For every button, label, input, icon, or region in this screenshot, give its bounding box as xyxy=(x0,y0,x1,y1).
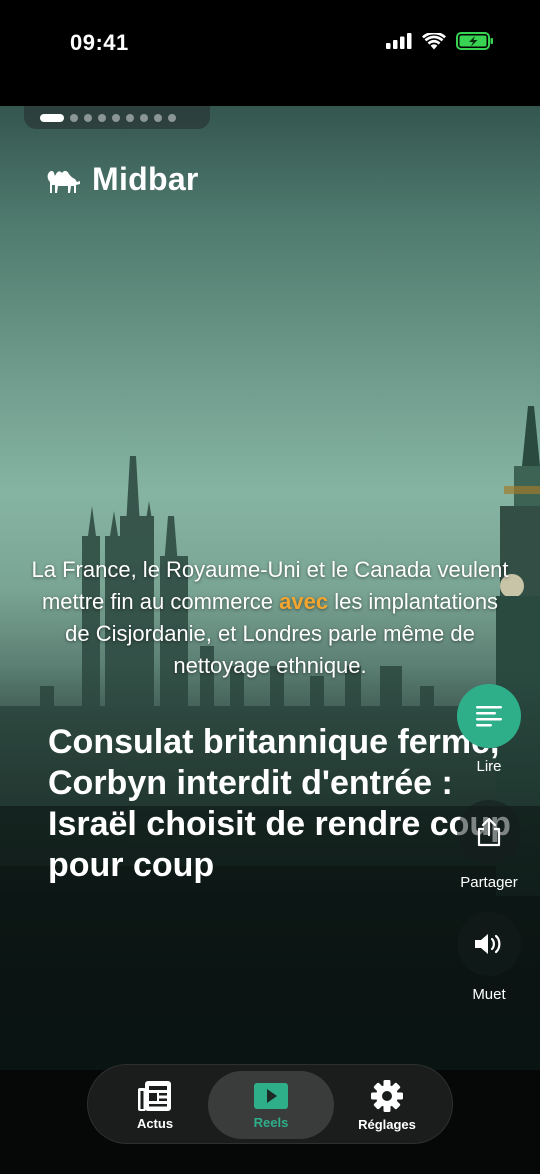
read-label: Lire xyxy=(476,758,502,775)
read-button[interactable] xyxy=(457,684,521,748)
status-time: 09:41 xyxy=(70,30,129,55)
wifi-icon xyxy=(422,32,446,49)
progress-segment xyxy=(140,113,148,122)
tab-reglages[interactable]: Réglages xyxy=(324,1071,450,1139)
share-icon xyxy=(477,817,501,847)
share-label: Partager xyxy=(460,874,518,891)
gear-icon xyxy=(371,1079,403,1112)
status-bar: 09:41 xyxy=(0,0,540,106)
progress-segment xyxy=(126,113,134,122)
camel-icon xyxy=(47,170,80,193)
bottom-bar: Actus Reels Réglages xyxy=(0,1064,540,1174)
share-button[interactable] xyxy=(457,800,521,864)
app-logo: Midbar xyxy=(46,161,199,198)
reel-video[interactable]: Midbar La France, le Royaume-Uni et le C… xyxy=(0,106,540,1070)
app-name: Midbar xyxy=(92,161,199,197)
speaker-icon xyxy=(475,934,501,954)
mute-label: Muet xyxy=(472,986,506,1003)
status-icons xyxy=(386,32,494,50)
tab-reels[interactable]: Reels xyxy=(208,1071,334,1139)
newspaper-icon xyxy=(138,1080,171,1111)
summary-highlight: avec xyxy=(279,589,329,614)
progress-segment xyxy=(40,113,64,122)
share-action[interactable]: Partager xyxy=(444,800,534,891)
story-progress xyxy=(24,106,210,129)
text-lines-icon xyxy=(476,706,502,727)
signal-icon xyxy=(386,33,412,49)
read-action[interactable]: Lire xyxy=(444,684,534,775)
battery-icon xyxy=(456,32,493,50)
reel-summary: La France, le Royaume-Uni et le Canada v… xyxy=(30,554,510,682)
progress-segment xyxy=(70,113,78,122)
mute-button[interactable] xyxy=(457,912,521,976)
progress-segment xyxy=(168,113,176,122)
progress-segment xyxy=(112,113,120,122)
tab-label: Actus xyxy=(136,1115,174,1131)
tab-actus[interactable]: Actus xyxy=(92,1071,218,1139)
mute-action[interactable]: Muet xyxy=(444,912,534,1003)
progress-segment xyxy=(84,113,92,122)
progress-segment xyxy=(98,113,106,122)
tab-bar: Actus Reels Réglages xyxy=(87,1064,453,1144)
tab-label: Réglages xyxy=(358,1116,416,1132)
tab-label: Reels xyxy=(253,1114,289,1130)
progress-segment xyxy=(154,113,162,122)
play-icon xyxy=(254,1082,288,1109)
